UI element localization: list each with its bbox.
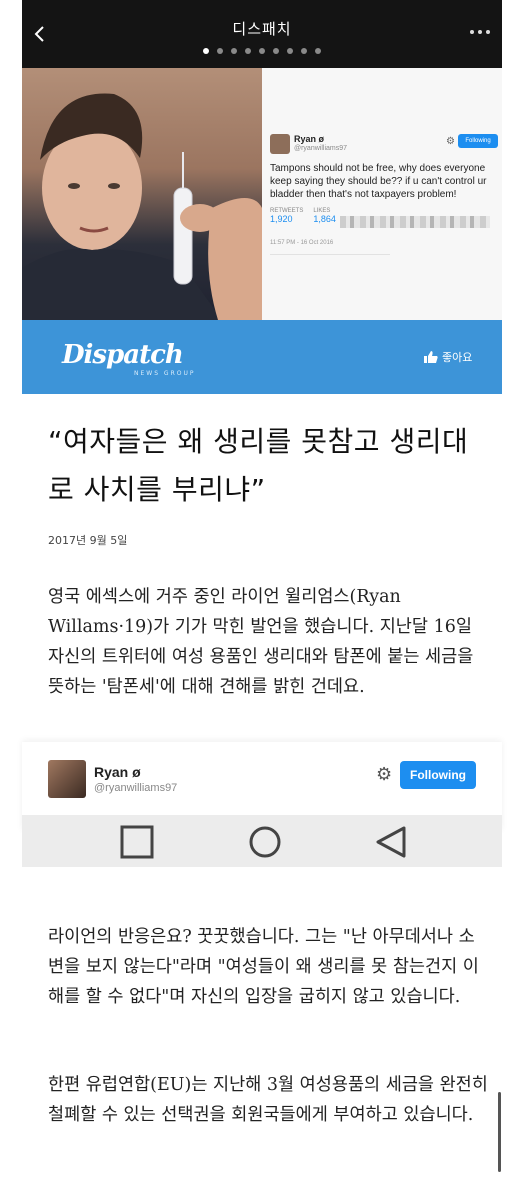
- system-nav-bar: [22, 815, 502, 867]
- article-paragraph: 한편 유럽연합(EU)는 지난해 3월 여성용품의 세금을 완전히 철폐할 수 …: [48, 1075, 488, 1125]
- gear-icon: ⚙: [446, 136, 455, 147]
- like-button[interactable]: 좋아요: [424, 349, 472, 365]
- app-bar: 디스패치: [22, 0, 502, 68]
- tweet-stats: RETWEETS 1,920 LIKES 1,864: [270, 208, 336, 224]
- page-dot[interactable]: [217, 48, 223, 54]
- tweet-name: Ryan ø: [294, 134, 325, 144]
- scrollbar[interactable]: [498, 1092, 501, 1172]
- avatar[interactable]: [48, 760, 86, 798]
- blurred-avatars: [340, 216, 490, 228]
- likes-count: 1,864: [313, 214, 336, 224]
- page-indicator: [22, 48, 502, 54]
- recent-apps-icon[interactable]: [120, 825, 154, 859]
- following-button[interactable]: Following: [400, 761, 476, 789]
- tweet-handle: @ryanwilliams97: [294, 145, 348, 152]
- back-triangle-icon[interactable]: [374, 825, 408, 859]
- logo-subtitle: NEWS GROUP: [134, 370, 196, 377]
- tweet-actions: [270, 254, 390, 265]
- embed-name[interactable]: Ryan ø: [94, 764, 141, 780]
- page-dot[interactable]: [301, 48, 307, 54]
- tweet-follow-badge: Following: [458, 134, 498, 148]
- app-bar-title: 디스패치: [232, 20, 292, 38]
- more-options-icon[interactable]: [470, 30, 490, 34]
- tweet-avatar: [270, 134, 290, 154]
- thumbs-up-icon: [424, 351, 438, 363]
- article-date: 2017년 9월 5일: [48, 534, 128, 547]
- page-dot[interactable]: [273, 48, 279, 54]
- retweets-stat: RETWEETS 1,920: [270, 208, 303, 224]
- tweet-time: 11:57 PM - 16 Oct 2016: [270, 240, 334, 246]
- dispatch-logo[interactable]: Dispatch: [62, 340, 184, 370]
- likes-stat: LIKES 1,864: [313, 208, 336, 224]
- gear-icon[interactable]: ⚙: [376, 764, 392, 785]
- retweets-count: 1,920: [270, 214, 293, 224]
- article-headline: “여자들은 왜 생리를 못참고 생리대로 사치를 부리냐”: [48, 425, 469, 506]
- article-paragraph: 영국 에섹스에 거주 중인 라이언 윌리엄스(Ryan Willams·19)가…: [48, 587, 474, 697]
- page-dot[interactable]: [287, 48, 293, 54]
- tweet-text: Tampons should not be free, why does eve…: [270, 163, 487, 200]
- page-dot[interactable]: [203, 48, 209, 54]
- like-label: 좋아요: [442, 351, 473, 364]
- page-dot[interactable]: [259, 48, 265, 54]
- page-dot[interactable]: [315, 48, 321, 54]
- hero-image[interactable]: Ryan ø @ryanwilliams97 ⚙ Following Tampo…: [22, 68, 502, 320]
- article-paragraph: 라이언의 반응은요? 꿋꿋했습니다. 그는 "난 아무데서나 소변을 보지 않는…: [48, 927, 479, 1007]
- brand-bar: Dispatch NEWS GROUP 좋아요: [22, 320, 502, 394]
- home-icon[interactable]: [248, 825, 282, 859]
- person-photo: [22, 68, 262, 320]
- tweet-screenshot: Ryan ø @ryanwilliams97 ⚙ Following Tampo…: [262, 68, 502, 320]
- embed-handle[interactable]: @ryanwilliams97: [94, 782, 177, 794]
- page-dot[interactable]: [245, 48, 251, 54]
- page-dot[interactable]: [231, 48, 237, 54]
